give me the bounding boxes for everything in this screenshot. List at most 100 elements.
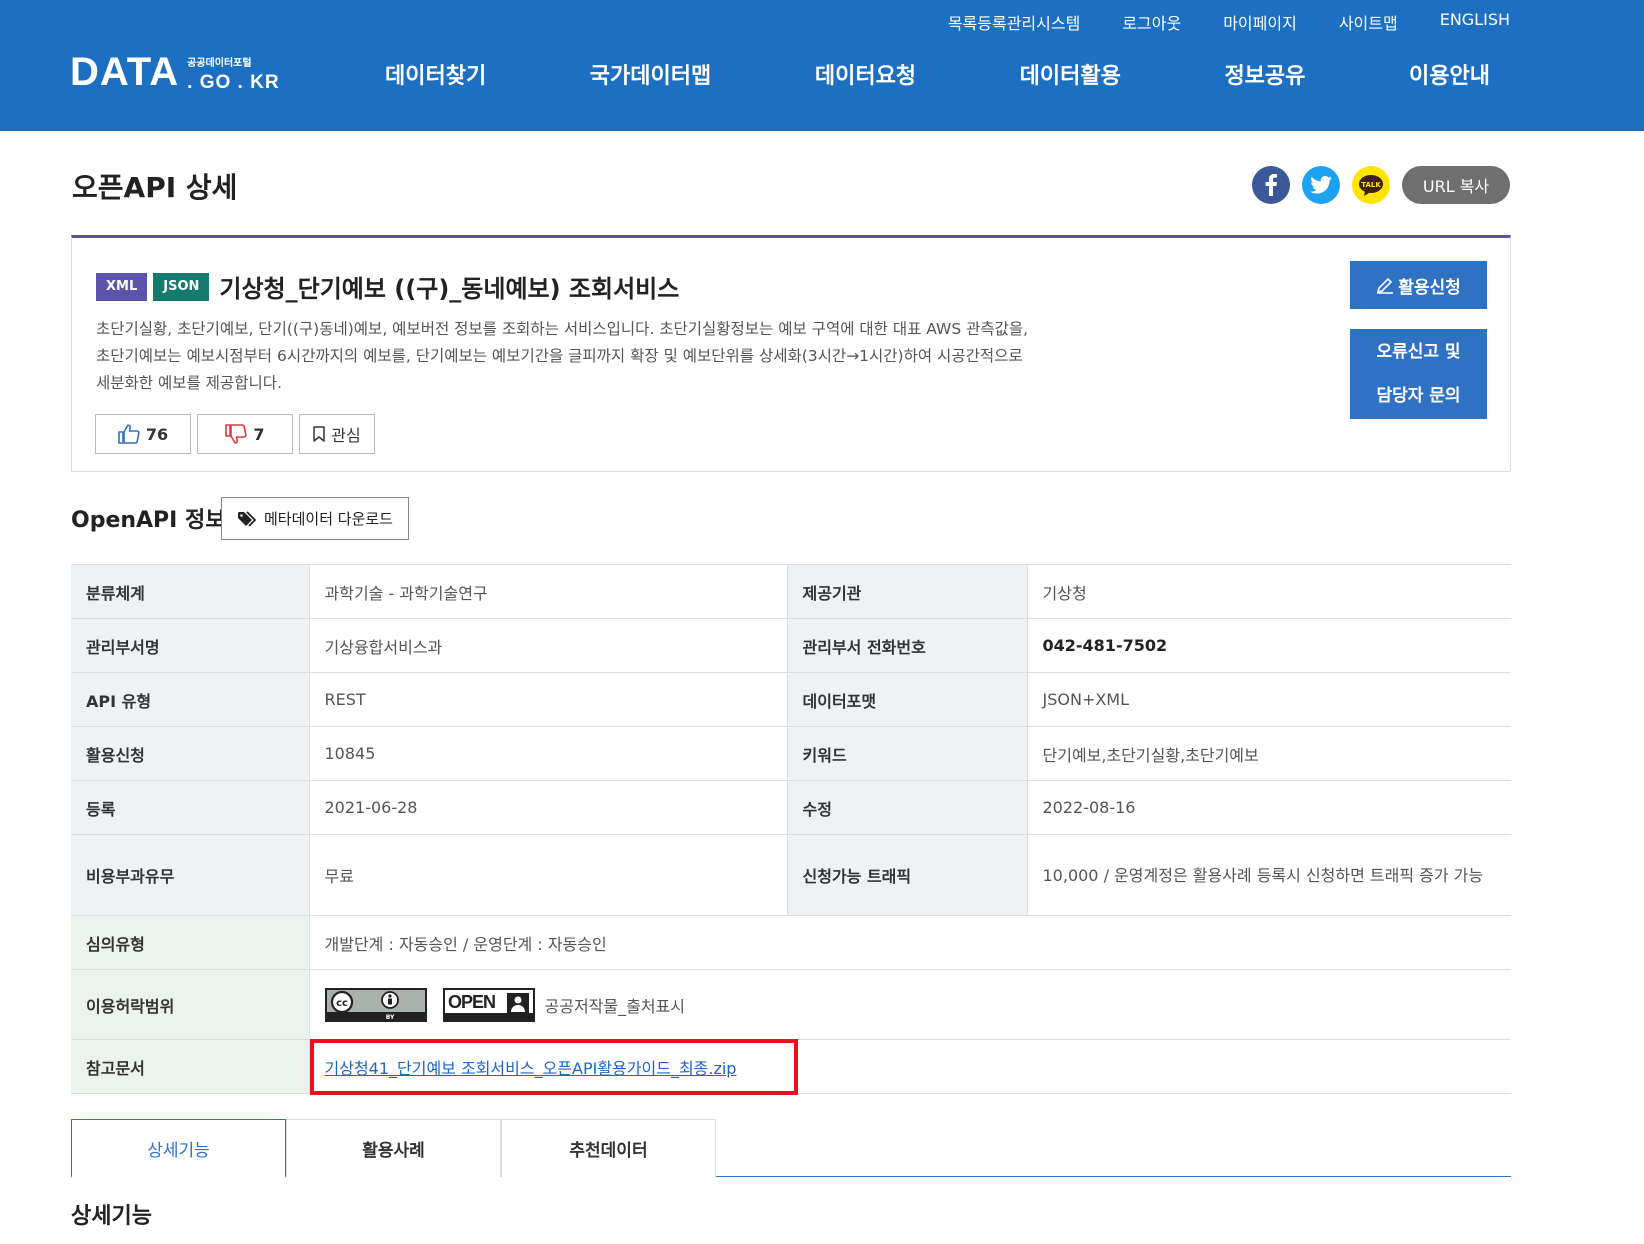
apply-count-value: 10845 bbox=[308, 726, 787, 781]
logo-text: DATA bbox=[70, 50, 180, 94]
category-label: 분류체계 bbox=[71, 564, 309, 619]
table-row: 참고문서 기상청41_단기예보 조회서비스_오픈API활용가이드_최종.zip bbox=[71, 1039, 1511, 1094]
vote-row: 76 7 관심 bbox=[95, 414, 381, 454]
table-row: 관리부서명 기상융합서비스과 관리부서 전화번호 042-481-7502 bbox=[71, 618, 1511, 673]
nav-national-data-map[interactable]: 국가데이터맵 bbox=[590, 58, 711, 90]
svg-text:BY: BY bbox=[385, 1014, 394, 1020]
api-title-row: XML JSON 기상청_단기예보 ((구)_동네예보) 조회서비스 bbox=[96, 269, 679, 304]
metadata-download-button[interactable]: 메타데이터 다운로드 bbox=[221, 497, 409, 540]
license-label: 이용허락범위 bbox=[71, 969, 309, 1040]
registered-label: 등록 bbox=[71, 780, 309, 835]
error-report-label-line2: 담당자 문의 bbox=[1376, 386, 1461, 406]
provider-value: 기상청 bbox=[1026, 564, 1511, 619]
site-logo[interactable]: DATA 공공데이터포털 . GO . KR bbox=[70, 52, 280, 92]
api-description: 초단기실황, 초단기예보, 단기((구)동네)예보, 예보버전 정보를 조회하는… bbox=[96, 316, 1186, 397]
page-title: 오픈API 상세 bbox=[72, 171, 238, 204]
category-value: 과학기술 - 과학기술연구 bbox=[308, 564, 787, 619]
like-count: 76 bbox=[145, 424, 169, 444]
json-tag: JSON bbox=[153, 272, 210, 301]
url-copy-button[interactable]: URL 복사 bbox=[1402, 166, 1510, 204]
person-icon bbox=[506, 992, 529, 1015]
modified-label: 수정 bbox=[786, 780, 1027, 835]
keyword-value: 단기예보,초단기실황,초단기예보 bbox=[1026, 726, 1511, 781]
cost-label: 비용부과유무 bbox=[71, 834, 309, 916]
keyword-label: 키워드 bbox=[786, 726, 1027, 781]
apply-count-label: 활용신청 bbox=[71, 726, 309, 781]
error-report-label-line1: 오류신고 및 bbox=[1376, 342, 1461, 362]
api-summary-box: XML JSON 기상청_단기예보 ((구)_동네예보) 조회서비스 초단기실황… bbox=[71, 235, 1511, 472]
modified-value: 2022-08-16 bbox=[1026, 780, 1511, 835]
table-row: 비용부과유무 무료 신청가능 트래픽 10,000 / 운영계정은 활용사례 등… bbox=[71, 834, 1511, 916]
util-link-catalog-system[interactable]: 목록등록관리시스템 bbox=[948, 10, 1080, 34]
nav-find-data[interactable]: 데이터찾기 bbox=[385, 58, 486, 90]
review-value: 개발단계 : 자동승인 / 운영단계 : 자동승인 bbox=[308, 915, 1511, 970]
svg-text:cc: cc bbox=[336, 998, 348, 1009]
util-link-mypage[interactable]: 마이페이지 bbox=[1223, 10, 1297, 34]
thumbs-up-icon bbox=[118, 424, 140, 444]
util-link-english[interactable]: ENGLISH bbox=[1440, 10, 1510, 34]
nav-info-share[interactable]: 정보공유 bbox=[1224, 58, 1305, 90]
error-report-button[interactable]: 오류신고 및 담당자 문의 bbox=[1350, 329, 1487, 419]
tab-use-cases[interactable]: 활용사례 bbox=[286, 1119, 501, 1177]
favorite-button[interactable]: 관심 bbox=[299, 414, 375, 454]
license-value: 공공저작물_출처표시 bbox=[544, 996, 685, 1016]
reference-doc-link[interactable]: 기상청41_단기예보 조회서비스_오픈API활용가이드_최종.zip bbox=[325, 1059, 737, 1078]
phone-value: 042-481-7502 bbox=[1026, 618, 1511, 673]
share-bar: TALK URL 복사 bbox=[1240, 166, 1510, 204]
kogl-open-badge[interactable]: OPEN bbox=[442, 987, 535, 1022]
dept-value: 기상융합서비스과 bbox=[308, 618, 787, 673]
doc-label: 참고문서 bbox=[71, 1039, 309, 1094]
xml-tag: XML bbox=[96, 272, 148, 301]
twitter-icon[interactable] bbox=[1302, 166, 1340, 204]
api-type-value: REST bbox=[308, 672, 787, 727]
svg-text:OPEN: OPEN bbox=[448, 992, 495, 1012]
nav-data-usage[interactable]: 데이터활용 bbox=[1020, 58, 1121, 90]
dept-label: 관리부서명 bbox=[71, 618, 309, 673]
provider-label: 제공기관 bbox=[786, 564, 1027, 619]
table-row: 분류체계 과학기술 - 과학기술연구 제공기관 기상청 bbox=[71, 564, 1511, 619]
table-row: API 유형 REST 데이터포맷 JSON+XML bbox=[71, 672, 1511, 727]
logo-domain: . GO . KR bbox=[187, 72, 280, 93]
table-row: 등록 2021-06-28 수정 2022-08-16 bbox=[71, 780, 1511, 835]
tab-detail-functions[interactable]: 상세기능 bbox=[71, 1119, 286, 1178]
description-line: 초단기실황, 초단기예보, 단기((구)동네)예보, 예보버전 정보를 조회하는… bbox=[96, 320, 1029, 338]
kakaotalk-icon[interactable]: TALK bbox=[1352, 166, 1390, 204]
doc-cell: 기상청41_단기예보 조회서비스_오픈API활용가이드_최종.zip bbox=[308, 1039, 1511, 1094]
apply-button-label: 활용신청 bbox=[1398, 277, 1461, 298]
traffic-label: 신청가능 트래픽 bbox=[786, 834, 1027, 916]
table-row: 심의유형 개발단계 : 자동승인 / 운영단계 : 자동승인 bbox=[71, 915, 1511, 970]
table-row: 활용신청 10845 키워드 단기예보,초단기실황,초단기예보 bbox=[71, 726, 1511, 781]
util-link-logout[interactable]: 로그아웃 bbox=[1122, 10, 1181, 34]
api-title: 기상청_단기예보 ((구)_동네예보) 조회서비스 bbox=[219, 275, 680, 303]
format-label: 데이터포맷 bbox=[786, 672, 1027, 727]
pencil-icon bbox=[1377, 277, 1394, 294]
dislike-button[interactable]: 7 bbox=[197, 414, 293, 454]
bookmark-icon bbox=[313, 426, 326, 442]
like-button[interactable]: 76 bbox=[95, 414, 191, 454]
table-row: 이용허락범위 cc BY OPEN 공공저작물_출처표시 bbox=[71, 969, 1511, 1040]
apply-button[interactable]: 활용신청 bbox=[1350, 261, 1487, 309]
logo-subtext: 공공데이터포털 . GO . KR bbox=[187, 58, 280, 93]
metadata-download-label: 메타데이터 다운로드 bbox=[264, 510, 393, 528]
dislike-count: 7 bbox=[253, 424, 265, 444]
registered-value: 2021-06-28 bbox=[308, 780, 787, 835]
main-nav: 데이터찾기 국가데이터맵 데이터요청 데이터활용 정보공유 이용안내 bbox=[385, 58, 1490, 90]
traffic-value: 10,000 / 운영계정은 활용사례 등록시 신청하면 트래픽 증가 가능 bbox=[1026, 834, 1511, 916]
thumbs-down-icon bbox=[225, 424, 248, 444]
cc-by-badge[interactable]: cc BY bbox=[324, 987, 427, 1022]
review-label: 심의유형 bbox=[71, 915, 309, 970]
logo-kr: 공공데이터포털 bbox=[187, 58, 252, 69]
badge-strip bbox=[444, 1012, 533, 1020]
cost-value: 무료 bbox=[308, 834, 787, 916]
favorite-label: 관심 bbox=[331, 426, 361, 445]
nav-guide[interactable]: 이용안내 bbox=[1409, 58, 1490, 90]
description-line: 세분화한 예보를 제공합니다. bbox=[96, 374, 282, 392]
nav-data-request[interactable]: 데이터요청 bbox=[815, 58, 916, 90]
license-cell: cc BY OPEN 공공저작물_출처표시 bbox=[308, 969, 1511, 1040]
facebook-icon[interactable] bbox=[1252, 166, 1290, 204]
openapi-info-table: 분류체계 과학기술 - 과학기술연구 제공기관 기상청 관리부서명 기상융합서비… bbox=[71, 564, 1511, 1094]
tab-recommended-data[interactable]: 추천데이터 bbox=[501, 1119, 716, 1177]
util-link-sitemap[interactable]: 사이트맵 bbox=[1339, 10, 1398, 34]
utility-nav: 목록등록관리시스템 로그아웃 마이페이지 사이트맵 ENGLISH bbox=[906, 10, 1510, 34]
license-wrap: cc BY OPEN 공공저작물_출처표시 bbox=[324, 987, 1497, 1022]
